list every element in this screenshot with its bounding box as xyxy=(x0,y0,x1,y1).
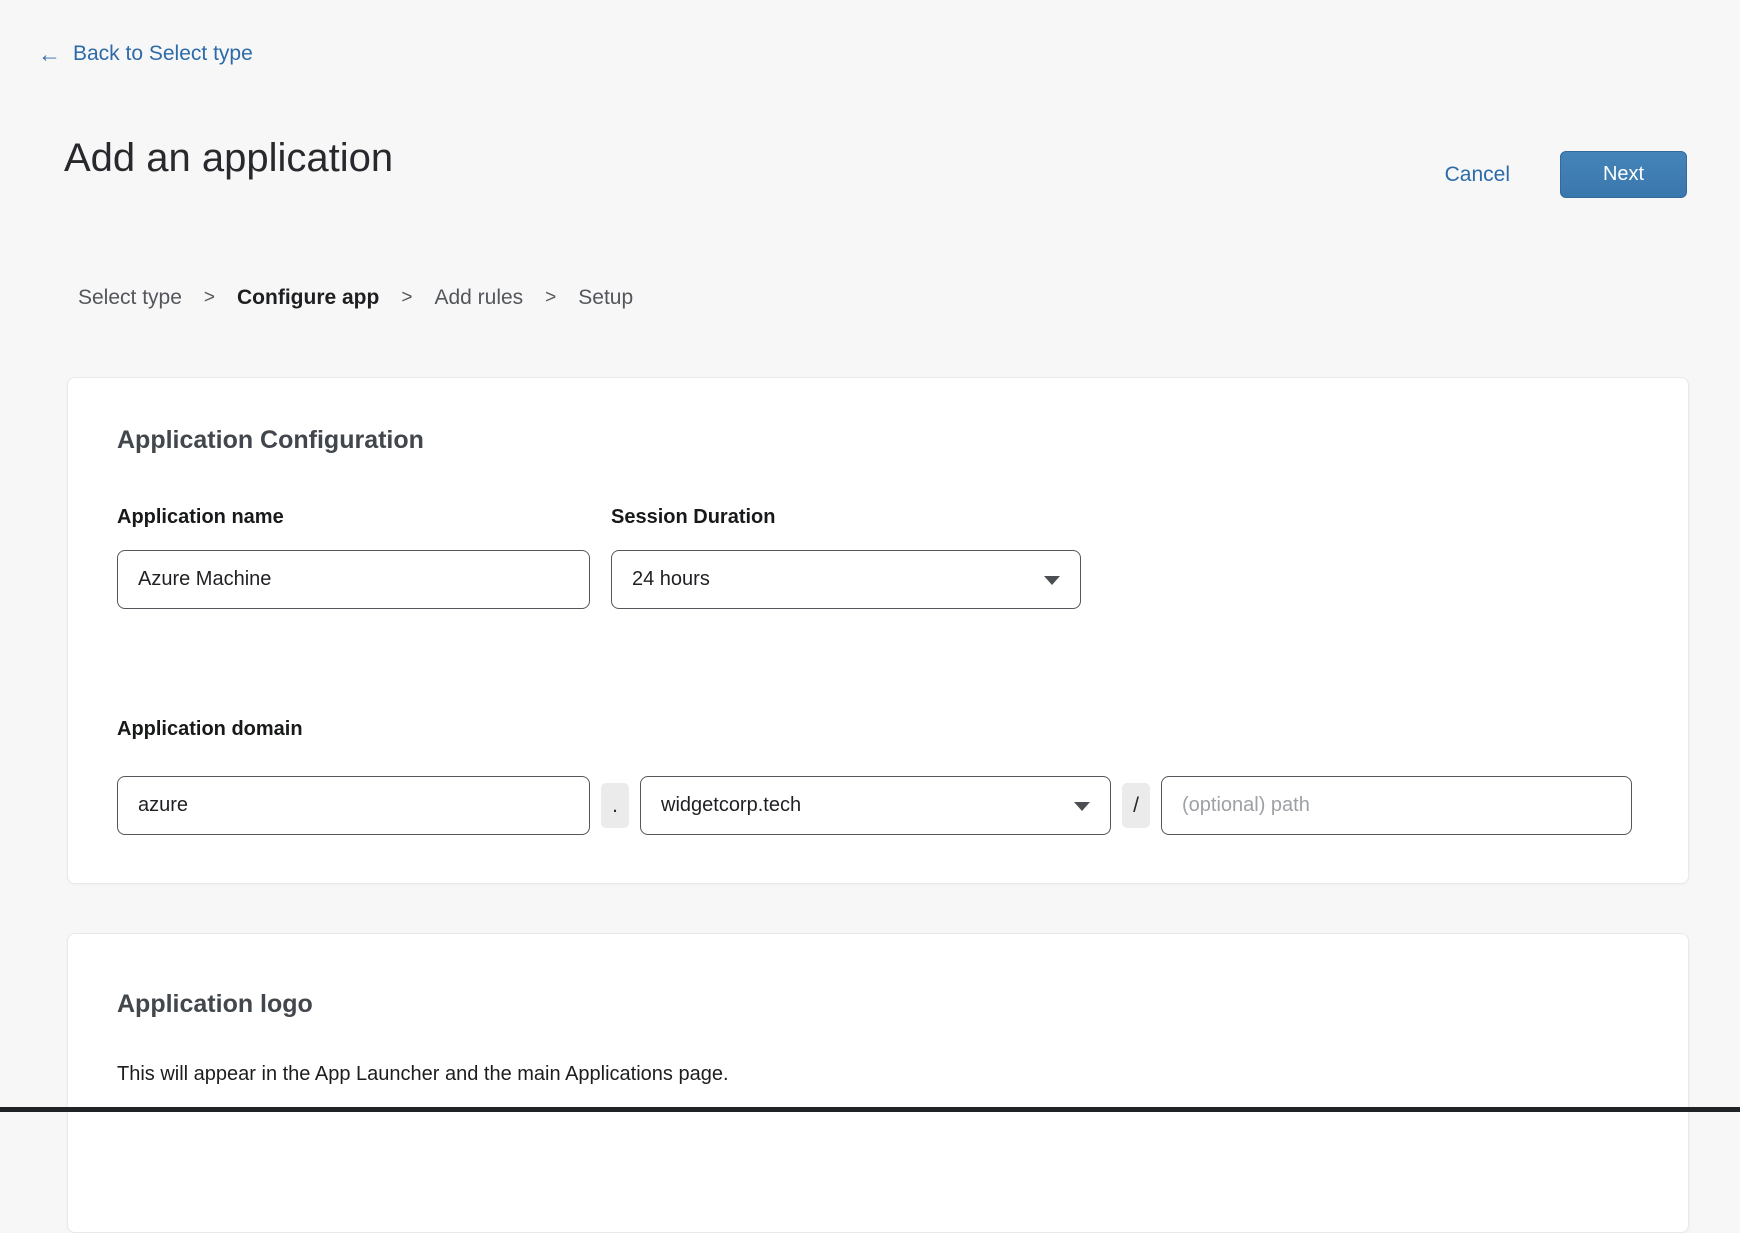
back-arrow-icon: ← xyxy=(38,43,61,66)
application-logo-card: Application logo This will appear in the… xyxy=(67,933,1689,1233)
application-name-input[interactable] xyxy=(117,550,590,609)
breadcrumb: Select type > Configure app > Add rules … xyxy=(78,286,633,310)
breadcrumb-configure-app[interactable]: Configure app xyxy=(237,286,379,310)
application-logo-description: This will appear in the App Launcher and… xyxy=(117,1063,729,1086)
session-duration-select[interactable]: 24 hours xyxy=(611,550,1081,609)
application-configuration-title: Application Configuration xyxy=(117,426,424,455)
session-duration-label: Session Duration xyxy=(611,506,1081,529)
breadcrumb-separator-icon: > xyxy=(545,287,556,309)
application-name-field-group: Application name xyxy=(117,506,590,609)
domain-select[interactable]: widgetcorp.tech xyxy=(640,776,1111,835)
chevron-down-icon xyxy=(1044,576,1060,585)
breadcrumb-add-rules[interactable]: Add rules xyxy=(434,286,523,310)
cancel-button[interactable]: Cancel xyxy=(1445,163,1510,187)
next-button[interactable]: Next xyxy=(1560,151,1687,198)
screen-bottom-edge xyxy=(0,1107,1740,1112)
breadcrumb-separator-icon: > xyxy=(401,287,412,309)
chevron-down-icon xyxy=(1074,802,1090,811)
session-duration-value: 24 hours xyxy=(632,568,710,591)
breadcrumb-select-type[interactable]: Select type xyxy=(78,286,182,310)
application-logo-title: Application logo xyxy=(117,990,313,1019)
application-configuration-card: Application Configuration Application na… xyxy=(67,377,1689,884)
breadcrumb-setup[interactable]: Setup xyxy=(578,286,633,310)
application-domain-label: Application domain xyxy=(117,718,303,741)
subdomain-input[interactable] xyxy=(117,776,590,835)
path-input[interactable] xyxy=(1161,776,1632,835)
header-actions: Cancel Next xyxy=(1445,151,1687,198)
dot-separator: . xyxy=(601,783,629,828)
application-domain-row: . widgetcorp.tech / xyxy=(117,776,1632,835)
back-to-select-type-link[interactable]: ← Back to Select type xyxy=(38,42,253,66)
application-name-label: Application name xyxy=(117,506,590,529)
breadcrumb-separator-icon: > xyxy=(204,287,215,309)
back-link-label: Back to Select type xyxy=(73,42,253,66)
slash-separator: / xyxy=(1122,783,1150,828)
page-title: Add an application xyxy=(64,136,393,181)
domain-value: widgetcorp.tech xyxy=(661,794,801,817)
session-duration-field-group: Session Duration 24 hours xyxy=(611,506,1081,609)
